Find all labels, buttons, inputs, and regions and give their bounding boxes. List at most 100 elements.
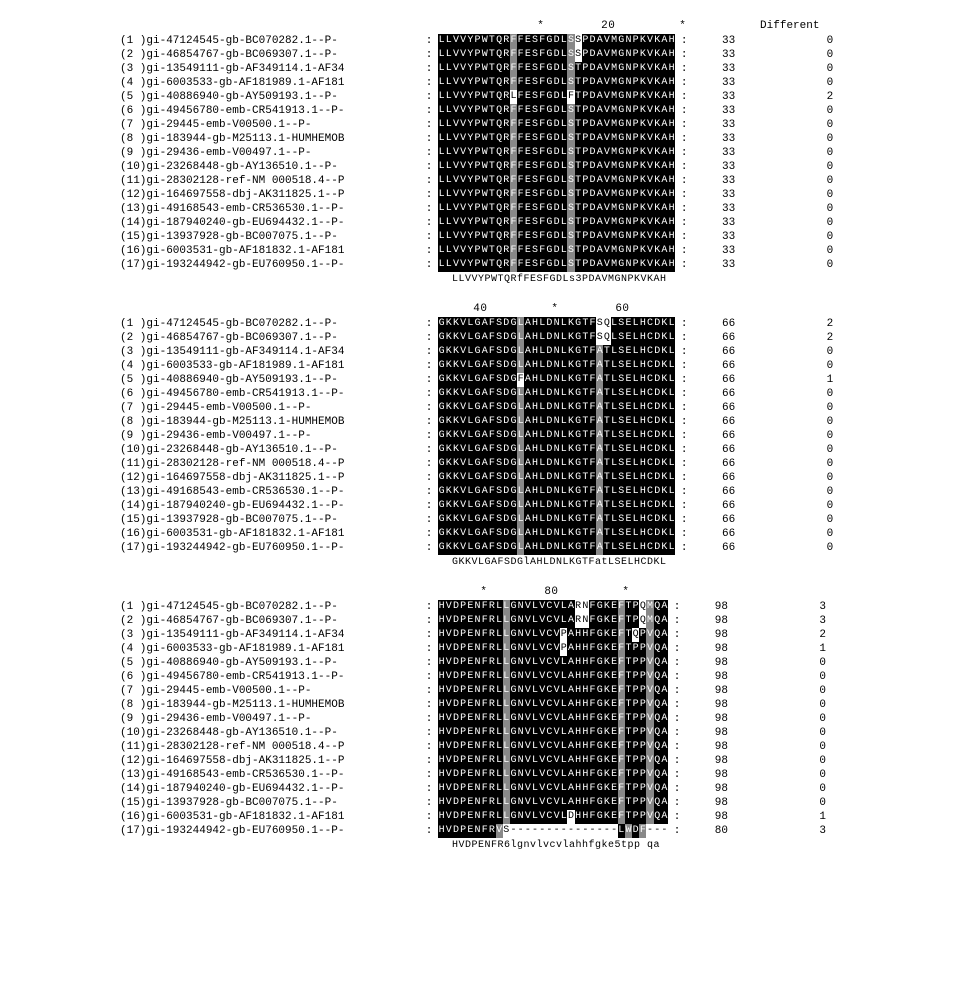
position-value: 98 — [698, 614, 728, 628]
sequence-residues: GKKVLGAFSDGFAHLDNLKGTFATLSELHCDKL — [438, 373, 675, 387]
sequence-row: (13)gi-49168543-emb-CR536530.1--P-:HVDPE… — [120, 768, 850, 782]
separator: : — [675, 331, 693, 345]
different-value: 0 — [776, 712, 826, 726]
sequence-row: (16)gi-6003531-gb-AF181832.1-AF181:LLVVY… — [120, 244, 850, 258]
separator: : — [675, 76, 693, 90]
position-value: 98 — [698, 712, 728, 726]
position-value: 33 — [705, 160, 735, 174]
sequence-row: (1 )gi-47124545-gb-BC070282.1--P-:HVDPEN… — [120, 600, 850, 614]
position-value: 98 — [698, 782, 728, 796]
separator: : — [420, 726, 438, 740]
different-value: 0 — [783, 359, 833, 373]
sequence-residues: HVDPENFRLLGNVLVCVLDHHFGKEFTPPVQA — [438, 810, 668, 824]
separator: : — [668, 684, 686, 698]
separator: : — [675, 146, 693, 160]
position-value: 66 — [705, 485, 735, 499]
sequence-label: (17)gi-193244942-gb-EU760950.1--P- — [120, 541, 420, 555]
sequence-row: (4 )gi-6003533-gb-AF181989.1-AF181:GKKVL… — [120, 359, 850, 373]
different-value: 0 — [783, 485, 833, 499]
position-value: 33 — [705, 34, 735, 48]
separator: : — [420, 614, 438, 628]
sequence-residues: GKKVLGAFSDGLAHLDNLKGTFATLSELHCDKL — [438, 457, 675, 471]
sequence-row: (12)gi-164697558-dbj-AK311825.1--P:HVDPE… — [120, 754, 850, 768]
separator: : — [420, 485, 438, 499]
position-value: 33 — [705, 202, 735, 216]
sequence-residues: HVDPENFRLLGNVLVCVLAHHFGKEFTPPVQA — [438, 712, 668, 726]
sequence-residues: HVDPENFRLLGNVLVCVLAHHFGKEFTPPVQA — [438, 670, 668, 684]
different-value: 0 — [776, 754, 826, 768]
separator: : — [420, 824, 438, 838]
different-value: 0 — [783, 541, 833, 555]
sequence-row: (16)gi-6003531-gb-AF181832.1-AF181:HVDPE… — [120, 810, 850, 824]
separator: : — [668, 614, 686, 628]
separator: : — [675, 202, 693, 216]
separator: : — [675, 359, 693, 373]
different-value: 1 — [783, 373, 833, 387]
sequence-label: (2 )gi-46854767-gb-BC069307.1--P- — [120, 48, 420, 62]
sequence-row: (14)gi-187940240-gb-EU694432.1--P-:LLVVY… — [120, 216, 850, 230]
separator: : — [420, 146, 438, 160]
separator: : — [420, 174, 438, 188]
separator: : — [675, 401, 693, 415]
sequence-label: (7 )gi-29445-emb-V00500.1--P- — [120, 401, 420, 415]
different-header: Different — [760, 20, 819, 32]
sequence-label: (1 )gi-47124545-gb-BC070282.1--P- — [120, 317, 420, 331]
position-value: 33 — [705, 132, 735, 146]
sequence-label: (11)gi-28302128-ref-NM 000518.4--P — [120, 174, 420, 188]
position-value: 33 — [705, 188, 735, 202]
separator: : — [420, 188, 438, 202]
different-value: 0 — [783, 202, 833, 216]
sequence-residues: HVDPENFRLLGNVLVCVLARNFGKEFTPQMQA — [438, 614, 668, 628]
position-value: 66 — [705, 331, 735, 345]
different-value: 2 — [783, 331, 833, 345]
sequence-label: (16)gi-6003531-gb-AF181832.1-AF181 — [120, 244, 420, 258]
sequence-label: (14)gi-187940240-gb-EU694432.1--P- — [120, 499, 420, 513]
sequence-label: (17)gi-193244942-gb-EU760950.1--P- — [120, 824, 420, 838]
sequence-residues: LLVVYPWTQRFFESFGDLSTPDAVMGNPKVKAH — [438, 62, 675, 76]
different-value: 0 — [783, 48, 833, 62]
separator: : — [420, 541, 438, 555]
sequence-row: (1 )gi-47124545-gb-BC070282.1--P-:LLVVYP… — [120, 34, 850, 48]
position-value: 33 — [705, 146, 735, 160]
sequence-row: (13)gi-49168543-emb-CR536530.1--P-:LLVVY… — [120, 202, 850, 216]
separator: : — [420, 642, 438, 656]
different-value: 0 — [783, 62, 833, 76]
sequence-label: (16)gi-6003531-gb-AF181832.1-AF181 — [120, 810, 420, 824]
separator: : — [420, 202, 438, 216]
sequence-label: (9 )gi-29436-emb-V00497.1--P- — [120, 429, 420, 443]
sequence-row: (8 )gi-183944-gb-M25113.1-HUMHEMOB:HVDPE… — [120, 698, 850, 712]
sequence-row: (5 )gi-40886940-gb-AY509193.1--P-:LLVVYP… — [120, 90, 850, 104]
sequence-row: (14)gi-187940240-gb-EU694432.1--P-:HVDPE… — [120, 782, 850, 796]
separator: : — [675, 174, 693, 188]
sequence-label: (8 )gi-183944-gb-M25113.1-HUMHEMOB — [120, 415, 420, 429]
separator: : — [420, 457, 438, 471]
different-value: 0 — [776, 768, 826, 782]
ruler-row: * 80 * — [120, 586, 850, 598]
sequence-row: (3 )gi-13549111-gb-AF349114.1-AF34:LLVVY… — [120, 62, 850, 76]
separator: : — [420, 90, 438, 104]
different-value: 0 — [783, 132, 833, 146]
ruler-text: 40 * 60 — [452, 303, 686, 315]
different-value: 0 — [776, 684, 826, 698]
sequence-row: (6 )gi-49456780-emb-CR541913.1--P-:GKKVL… — [120, 387, 850, 401]
separator: : — [420, 656, 438, 670]
separator: : — [668, 600, 686, 614]
separator: : — [675, 415, 693, 429]
sequence-residues: LLVVYPWTQRFFESFGDLSSPDAVMGNPKVKAH — [438, 48, 675, 62]
position-value: 33 — [705, 118, 735, 132]
sequence-row: (5 )gi-40886940-gb-AY509193.1--P-:HVDPEN… — [120, 656, 850, 670]
position-value: 66 — [705, 429, 735, 443]
sequence-residues: GKKVLGAFSDGLAHLDNLKGTFSQLSELHCDKL — [438, 317, 675, 331]
sequence-residues: HVDPENFRVS---------------LWDF--- — [438, 824, 668, 838]
sequence-label: (8 )gi-183944-gb-M25113.1-HUMHEMOB — [120, 698, 420, 712]
different-value: 0 — [783, 244, 833, 258]
separator: : — [420, 331, 438, 345]
position-value: 66 — [705, 499, 735, 513]
sequence-label: (6 )gi-49456780-emb-CR541913.1--P- — [120, 387, 420, 401]
position-value: 98 — [698, 768, 728, 782]
separator: : — [420, 317, 438, 331]
sequence-row: (17)gi-193244942-gb-EU760950.1--P-:LLVVY… — [120, 258, 850, 272]
position-value: 66 — [705, 471, 735, 485]
position-value: 66 — [705, 373, 735, 387]
sequence-label: (9 )gi-29436-emb-V00497.1--P- — [120, 146, 420, 160]
